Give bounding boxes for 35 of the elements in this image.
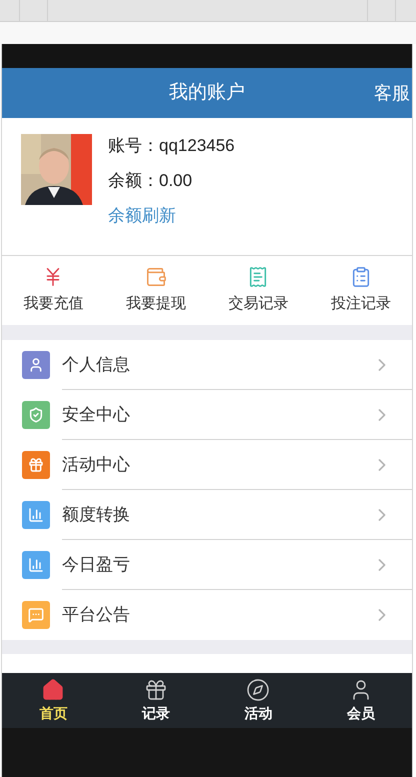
bar-chart-icon — [28, 557, 44, 573]
wallet-icon — [144, 266, 167, 288]
customer-service-button[interactable]: 客服 — [374, 80, 410, 106]
menu-item[interactable]: 平台公告 — [2, 590, 412, 640]
home-icon — [41, 678, 66, 702]
menu-label: 今日盈亏 — [62, 554, 131, 576]
menu-label: 平台公告 — [62, 604, 131, 626]
user-icon — [28, 357, 44, 373]
menu-label: 安全中心 — [62, 404, 131, 426]
quick-action-button[interactable]: 我要提现 — [104, 256, 207, 325]
account-text: 账号：qq123456 — [108, 135, 235, 157]
shield-icon — [28, 407, 44, 423]
nav-tab[interactable]: 首页 — [2, 673, 104, 728]
gift-icon — [144, 678, 168, 702]
page-title: 我的账户 — [169, 80, 245, 105]
menu-item[interactable]: 个人信息 — [2, 340, 412, 390]
quick-action-button[interactable]: 投注记录 — [310, 256, 412, 325]
menu-item[interactable]: 活动中心 — [2, 440, 412, 490]
balance-text: 余额：0.00 — [108, 170, 194, 192]
bar-chart-icon — [28, 507, 44, 523]
nav-tab[interactable]: 活动 — [207, 673, 310, 728]
nav-tab[interactable]: 会员 — [310, 673, 412, 728]
menu-item[interactable]: 额度转换 — [2, 490, 412, 540]
menu-item[interactable]: 今日盈亏 — [2, 540, 412, 590]
nav-tab[interactable]: 记录 — [104, 673, 207, 728]
quick-action-button[interactable]: 我要充值 — [2, 256, 104, 325]
menu-item[interactable]: 安全中心 — [2, 390, 412, 440]
gift-icon — [28, 457, 44, 473]
message-icon — [28, 607, 44, 623]
menu-label: 个人信息 — [62, 354, 131, 376]
menu-label: 活动中心 — [62, 454, 131, 476]
menu-label: 额度转换 — [62, 504, 131, 526]
quick-action-button[interactable]: 交易记录 — [207, 256, 310, 325]
refresh-balance-link[interactable]: 余额刷新 — [108, 204, 235, 228]
compass-icon — [246, 678, 270, 702]
